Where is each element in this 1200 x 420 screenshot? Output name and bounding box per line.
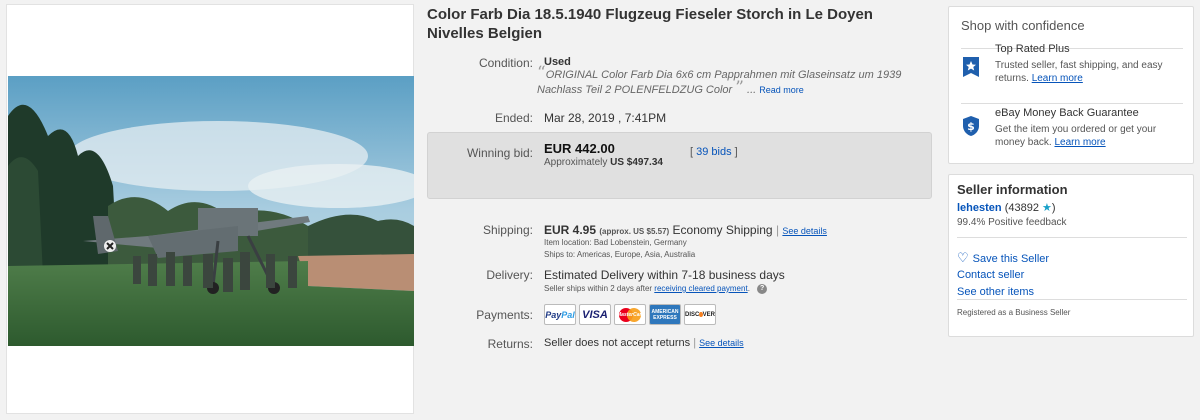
shipping-separator: | xyxy=(775,223,780,237)
winning-bid-approx: Approximately US $497.34 xyxy=(544,157,663,168)
payment-methods: Pay Pal VISA MasterCard AMERICAN EXPRESS … xyxy=(544,304,716,325)
money-back-shield-icon: $ xyxy=(963,116,979,136)
item-photo-card xyxy=(6,4,414,414)
returns-value: Seller does not accept returns | See det… xyxy=(544,337,744,349)
ended-label: Ended: xyxy=(494,111,533,125)
seller-name-link[interactable]: lehesten xyxy=(957,202,1002,214)
shipping-method: Economy Shipping xyxy=(672,223,773,237)
ended-value: Mar 28, 2019 , 7:41PM xyxy=(544,111,667,125)
discover-icon: DISC VER xyxy=(684,304,716,325)
shop-with-confidence-card: Shop with confidence Top Rated Plus Trus… xyxy=(948,6,1194,164)
delivery-note-suffix: . xyxy=(747,284,750,294)
paypal-icon: Pay Pal xyxy=(544,304,576,325)
heart-icon: ♡ xyxy=(957,250,969,265)
item-photo-image xyxy=(8,76,414,346)
condition-description: “ORIGINAL Color Farb Dia 6x6 cm Papprahm… xyxy=(537,65,937,98)
registered-business-seller: Registered as a Business Seller xyxy=(957,308,1071,317)
item-photo[interactable] xyxy=(8,76,414,346)
open-quote: “ xyxy=(537,63,546,83)
shipping-value: EUR 4.95 (approx. US $5.57) Economy Ship… xyxy=(544,223,827,237)
shipping-see-details-link[interactable]: See details xyxy=(782,226,827,236)
payments-label: Payments: xyxy=(476,308,533,322)
returns-separator: | xyxy=(693,337,697,349)
confidence-divider-2 xyxy=(961,103,1183,104)
star-icon: ★ xyxy=(1042,202,1052,214)
winning-bid-label: Winning bid: xyxy=(466,146,533,160)
returns-see-details-link[interactable]: See details xyxy=(699,338,744,348)
item-location-value: Bad Lobenstein, Germany xyxy=(593,238,687,247)
shipping-approx: (approx. US $5.57) xyxy=(599,227,670,236)
condition-value: Used xyxy=(544,56,571,68)
top-rated-learn-more-link[interactable]: Learn more xyxy=(1032,73,1083,84)
confidence-title: Shop with confidence xyxy=(961,18,1085,33)
delivery-note: Seller ships within 2 days after receivi… xyxy=(544,284,768,294)
seller-info-title: Seller information xyxy=(957,182,1068,197)
bid-count: [ 39 bids ] xyxy=(690,146,738,158)
close-quote: ” xyxy=(735,78,744,98)
returns-label: Returns: xyxy=(487,337,533,351)
winning-bid-amount: EUR 442.00 xyxy=(544,141,615,156)
seller-information-card: Seller information lehesten (43892 ★) 99… xyxy=(948,174,1194,337)
delivery-label: Delivery: xyxy=(486,268,533,282)
amex-text-a: AMERICAN xyxy=(651,308,679,315)
mastercard-icon: MasterCard xyxy=(614,304,646,325)
approx-value: US $497.34 xyxy=(610,157,663,168)
amex-icon: AMERICAN EXPRESS xyxy=(649,304,681,325)
cleared-payment-link[interactable]: receiving cleared payment xyxy=(654,284,747,293)
listing-details: Color Farb Dia 18.5.1940 Flugzeug Fiesel… xyxy=(427,0,937,420)
discover-text-b: VER xyxy=(702,311,715,318)
paypal-text-a: Pay xyxy=(545,309,562,320)
see-other-items-link[interactable]: See other items xyxy=(957,286,1034,298)
condition-label: Condition: xyxy=(478,56,533,70)
top-rated-text: Trusted seller, fast shipping, and easy … xyxy=(995,59,1185,85)
save-seller-label: Save this Seller xyxy=(972,253,1050,265)
seller-divider xyxy=(957,237,1187,238)
winning-bid-box xyxy=(427,132,932,199)
paypal-text-b: Pal xyxy=(561,309,575,320)
item-location-label: Item location: xyxy=(544,238,592,247)
shipping-amount: EUR 4.95 xyxy=(544,223,597,237)
description-ellipsis: ... xyxy=(747,84,757,96)
seller-score[interactable]: (43892 xyxy=(1005,202,1039,214)
bid-close-bracket: ] xyxy=(734,146,738,158)
discover-text-a: DISC xyxy=(685,311,700,318)
ships-to-value: Americas, Europe, Asia, Australia xyxy=(576,250,696,259)
svg-text:$: $ xyxy=(967,120,975,133)
guarantee-title: eBay Money Back Guarantee xyxy=(995,107,1139,119)
delivery-value: Estimated Delivery within 7-18 business … xyxy=(544,268,785,282)
top-rated-title: Top Rated Plus xyxy=(995,43,1070,55)
delivery-note-prefix: Seller ships within 2 days after xyxy=(544,284,653,294)
bid-open-bracket: [ xyxy=(690,146,694,158)
visa-icon: VISA xyxy=(579,304,611,325)
listing-title: Color Farb Dia 18.5.1940 Flugzeug Fiesel… xyxy=(427,6,873,42)
positive-feedback: 99.4% Positive feedback xyxy=(957,217,1067,228)
ships-to: Ships to: Americas, Europe, Asia, Austra… xyxy=(544,250,695,259)
approx-prefix: Approximately xyxy=(544,157,608,168)
seller-divider-2 xyxy=(957,299,1187,300)
ships-to-label: Ships to: xyxy=(544,250,576,259)
mastercard-text: MasterCard xyxy=(617,312,645,318)
seller-name-row: lehesten (43892 ★) xyxy=(957,201,1056,214)
seller-score-close: ) xyxy=(1051,202,1056,214)
item-location: Item location: Bad Lobenstein, Germany xyxy=(544,238,687,247)
help-icon[interactable]: ? xyxy=(757,284,768,294)
amex-text-b: EXPRESS xyxy=(653,314,677,321)
save-seller-link[interactable]: ♡ Save this Seller xyxy=(957,250,1049,266)
bids-link[interactable]: 39 bids xyxy=(696,146,731,158)
read-more-link[interactable]: Read more xyxy=(759,85,804,95)
description-text: ORIGINAL Color Farb Dia 6x6 cm Papprahme… xyxy=(537,69,902,96)
guarantee-learn-more-link[interactable]: Learn more xyxy=(1054,137,1105,148)
guarantee-text: Get the item you ordered or get your mon… xyxy=(995,123,1185,149)
contact-seller-link[interactable]: Contact seller xyxy=(957,269,1024,281)
shipping-label: Shipping: xyxy=(482,223,533,237)
returns-text: Seller does not accept returns xyxy=(544,337,691,349)
top-rated-badge-icon xyxy=(963,57,979,77)
